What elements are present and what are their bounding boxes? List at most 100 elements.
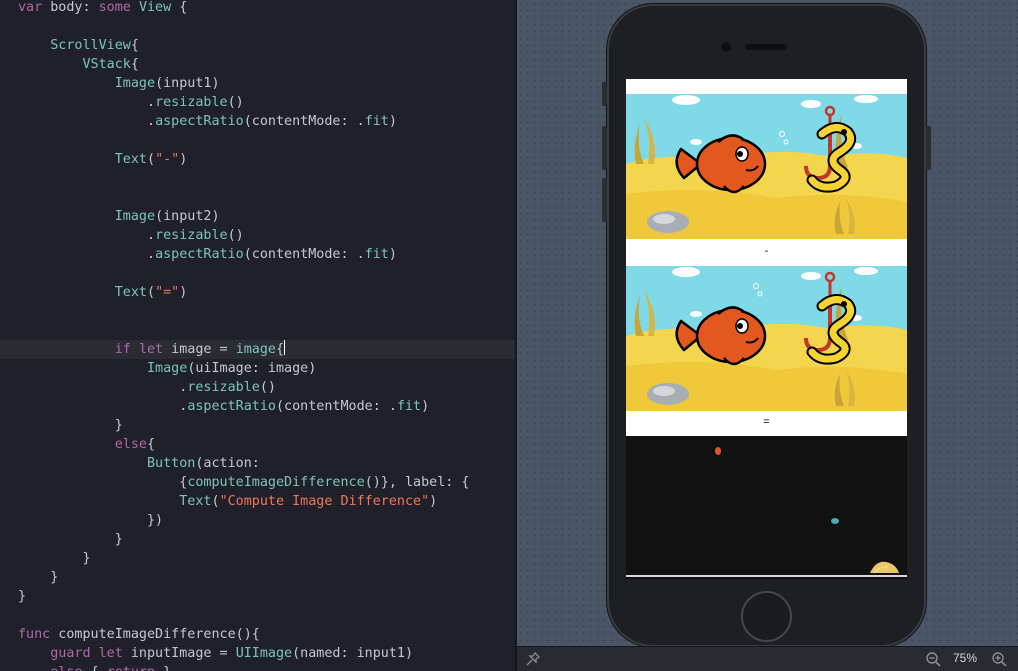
code-line[interactable] <box>0 169 515 188</box>
code-line[interactable] <box>0 188 515 207</box>
code-line[interactable]: } <box>0 416 515 435</box>
code-line-text: } <box>18 549 90 568</box>
power-button <box>926 126 931 170</box>
code-token: inputImage = <box>122 646 236 661</box>
code-line[interactable]: .resizable() <box>0 226 515 245</box>
volume-down-button <box>602 178 607 222</box>
code-token: "Compute Image Difference" <box>219 494 430 509</box>
code-line[interactable]: else{ <box>0 435 515 454</box>
code-token: { <box>18 475 188 490</box>
iphone-device-frame: - = <box>602 4 931 647</box>
code-line[interactable]: .resizable() <box>0 378 515 397</box>
code-line-text: Button(action: <box>18 454 260 473</box>
fish-and-hook-scene <box>626 94 907 239</box>
zoom-level-label: 75% <box>953 651 978 665</box>
code-line[interactable] <box>0 17 515 36</box>
code-token: ) <box>388 114 397 129</box>
code-token: Image <box>114 209 156 224</box>
code-line[interactable] <box>0 264 515 283</box>
code-line[interactable]: ScrollView{ <box>0 36 515 55</box>
preview-canvas: - = <box>517 0 1018 671</box>
code-token: image = <box>163 342 236 357</box>
code-line[interactable] <box>0 302 515 321</box>
code-line[interactable]: Text("=") <box>0 283 515 302</box>
code-token: ) <box>421 399 430 414</box>
code-line-text: {computeImageDifference()}, label: { <box>18 473 470 492</box>
pin-icon[interactable] <box>525 651 541 667</box>
code-line[interactable]: guard let inputImage = UIImage(named: in… <box>0 644 515 663</box>
code-token: fit <box>396 399 422 414</box>
code-token: . <box>18 380 188 395</box>
code-token: Text <box>114 152 147 167</box>
code-line-text: VStack{ <box>18 55 139 74</box>
code-line[interactable] <box>0 321 515 340</box>
code-line[interactable]: Image(uiImage: image) <box>0 359 515 378</box>
code-line[interactable]: Button(action: <box>0 454 515 473</box>
code-token: . <box>18 95 156 110</box>
code-line[interactable]: var body: some View { <box>0 0 515 17</box>
code-token: () <box>227 228 244 243</box>
code-line[interactable]: } <box>0 549 515 568</box>
earpiece-speaker <box>745 44 787 50</box>
device-screen[interactable]: - = <box>626 79 907 579</box>
code-line[interactable]: Image(input1) <box>0 74 515 93</box>
divider <box>626 575 907 577</box>
code-line[interactable]: .aspectRatio(contentMode: .fit) <box>0 112 515 131</box>
code-line[interactable]: } <box>0 530 515 549</box>
code-line-text: } <box>18 530 123 549</box>
home-button[interactable] <box>741 591 792 642</box>
code-token: } <box>18 589 27 604</box>
volume-up-button <box>602 126 607 170</box>
code-line-text: Text("=") <box>18 283 188 302</box>
code-line[interactable]: .aspectRatio(contentMode: .fit) <box>0 397 515 416</box>
code-line[interactable]: .resizable() <box>0 93 515 112</box>
code-line[interactable]: .aspectRatio(contentMode: .fit) <box>0 245 515 264</box>
zoom-in-icon[interactable] <box>991 651 1007 667</box>
code-line[interactable]: } <box>0 587 515 606</box>
code-token: (contentMode: . <box>243 114 365 129</box>
code-token: if <box>114 342 131 357</box>
code-line-text: Image(input2) <box>18 207 220 226</box>
code-line[interactable]: Image(input2) <box>0 207 515 226</box>
code-line[interactable]: else { return } <box>0 663 515 671</box>
code-line[interactable]: if let image = image{ <box>0 340 515 359</box>
code-line-text: }) <box>18 511 163 530</box>
code-token: (uiImage: image) <box>187 361 317 376</box>
code-line[interactable] <box>0 606 515 625</box>
code-token: () <box>259 380 276 395</box>
code-token: } <box>18 570 59 585</box>
code-token: fit <box>364 247 389 262</box>
zoom-out-icon[interactable] <box>925 651 941 667</box>
code-editor[interactable]: var body: some View { ScrollView{ VStack… <box>0 0 515 671</box>
code-token: aspectRatio <box>155 114 244 129</box>
code-line[interactable]: Text("Compute Image Difference") <box>0 492 515 511</box>
code-token: ()}, label: { <box>364 475 470 490</box>
code-line-text: guard let inputImage = UIImage(named: in… <box>18 644 413 663</box>
code-token: ScrollView <box>50 38 131 53</box>
code-token: else <box>50 665 82 671</box>
code-token: (contentMode: . <box>243 247 365 262</box>
code-line[interactable]: Text("-") <box>0 150 515 169</box>
code-token: } <box>18 532 123 547</box>
code-line-text: func computeImageDifference(){ <box>18 625 260 644</box>
code-token: let <box>138 342 164 357</box>
code-token: resizable <box>155 228 228 243</box>
code-line[interactable]: } <box>0 568 515 587</box>
code-token: func <box>18 627 51 642</box>
code-line-text: var body: some View { <box>18 0 187 17</box>
code-line-text: .resizable() <box>18 226 244 245</box>
code-line[interactable]: }) <box>0 511 515 530</box>
code-line-text: } <box>18 568 58 587</box>
code-line[interactable]: VStack{ <box>0 55 515 74</box>
code-line[interactable]: {computeImageDifference()}, label: { <box>0 473 515 492</box>
minus-label: - <box>764 245 769 257</box>
code-token: ) <box>179 152 188 167</box>
code-line[interactable] <box>0 131 515 150</box>
code-line-text: .aspectRatio(contentMode: .fit) <box>18 397 429 416</box>
code-line[interactable]: func computeImageDifference(){ <box>0 625 515 644</box>
